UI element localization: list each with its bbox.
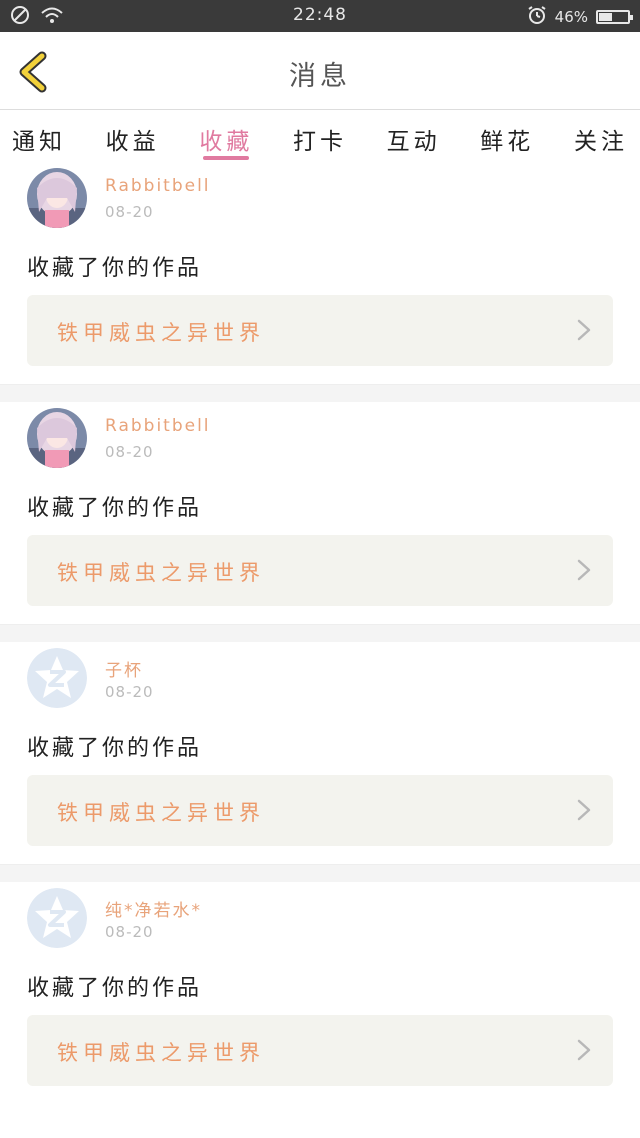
username[interactable]: 子杯	[105, 656, 143, 681]
chevron-right-icon	[577, 559, 591, 581]
work-title: 铁甲威虫之异世界	[57, 1041, 265, 1065]
tab-flowers[interactable]: 鲜花	[480, 110, 534, 162]
username[interactable]: 纯*净若水*	[105, 896, 202, 921]
work-link[interactable]: 铁甲威虫之异世界	[27, 1015, 613, 1086]
divider	[0, 864, 640, 882]
timestamp: 08-20	[105, 203, 154, 221]
timestamp: 08-20	[105, 683, 154, 701]
work-link[interactable]: 铁甲威虫之异世界	[27, 535, 613, 606]
action-text: 收藏了你的作品	[27, 976, 203, 1001]
battery-level	[599, 13, 612, 21]
username[interactable]: Rabbitbell	[105, 416, 211, 436]
anime-girl-avatar-icon	[27, 168, 87, 228]
tab-bar: 通知 收益 收藏 打卡 互动 鲜花 关注	[0, 110, 640, 162]
username[interactable]: Rabbitbell	[105, 176, 211, 196]
battery-percent: 46%	[554, 8, 588, 26]
work-link[interactable]: 铁甲威虫之异世界	[27, 775, 613, 846]
list-item: Rabbitbell 08-20 收藏了你的作品 铁甲威虫之异世界	[0, 162, 640, 384]
tab-interactions[interactable]: 互动	[387, 110, 441, 162]
divider	[0, 384, 640, 402]
chevron-right-icon	[577, 1039, 591, 1061]
work-title: 铁甲威虫之异世界	[57, 321, 265, 345]
timestamp: 08-20	[105, 923, 154, 941]
avatar[interactable]	[27, 648, 87, 708]
list-item: Rabbitbell 08-20 收藏了你的作品 铁甲威虫之异世界	[0, 402, 640, 624]
status-bar: 22:48 46%	[0, 0, 640, 32]
work-title: 铁甲威虫之异世界	[57, 801, 265, 825]
tab-label: 打卡	[292, 129, 347, 155]
action-text: 收藏了你的作品	[27, 736, 203, 761]
anime-girl-avatar-icon	[27, 408, 87, 468]
work-title: 铁甲威虫之异世界	[57, 561, 265, 585]
list-item: 子杯 08-20 收藏了你的作品 铁甲威虫之异世界	[0, 642, 640, 864]
avatar[interactable]	[27, 408, 87, 468]
action-text: 收藏了你的作品	[27, 496, 203, 521]
tab-label: 通知	[12, 129, 66, 155]
divider	[0, 624, 640, 642]
default-z-avatar-icon	[27, 648, 87, 708]
tab-label: 鲜花	[480, 129, 535, 155]
tab-label: 关注	[573, 129, 628, 155]
chevron-right-icon	[577, 319, 591, 341]
default-z-avatar-icon	[27, 888, 87, 948]
action-text: 收藏了你的作品	[27, 256, 203, 281]
tab-label: 收益	[105, 129, 160, 155]
tab-notifications[interactable]: 通知	[12, 110, 66, 162]
header: 消息	[0, 32, 640, 110]
tab-favorites[interactable]: 收藏	[199, 110, 253, 162]
chevron-right-icon	[577, 799, 591, 821]
page-title: 消息	[289, 61, 351, 92]
avatar[interactable]	[27, 168, 87, 228]
message-list: Rabbitbell 08-20 收藏了你的作品 铁甲威虫之异世界 Rabbit…	[0, 162, 640, 1104]
tab-following[interactable]: 关注	[574, 110, 628, 162]
battery-icon	[596, 10, 633, 24]
timestamp: 08-20	[105, 443, 154, 461]
list-item: 纯*净若水* 08-20 收藏了你的作品 铁甲威虫之异世界	[0, 882, 640, 1104]
tab-label: 互动	[386, 129, 441, 155]
work-link[interactable]: 铁甲威虫之异世界	[27, 295, 613, 366]
tab-checkin[interactable]: 打卡	[293, 110, 347, 162]
tab-earnings[interactable]: 收益	[106, 110, 160, 162]
tab-label: 收藏	[199, 129, 254, 155]
alarm-icon	[527, 5, 547, 29]
avatar[interactable]	[27, 888, 87, 948]
